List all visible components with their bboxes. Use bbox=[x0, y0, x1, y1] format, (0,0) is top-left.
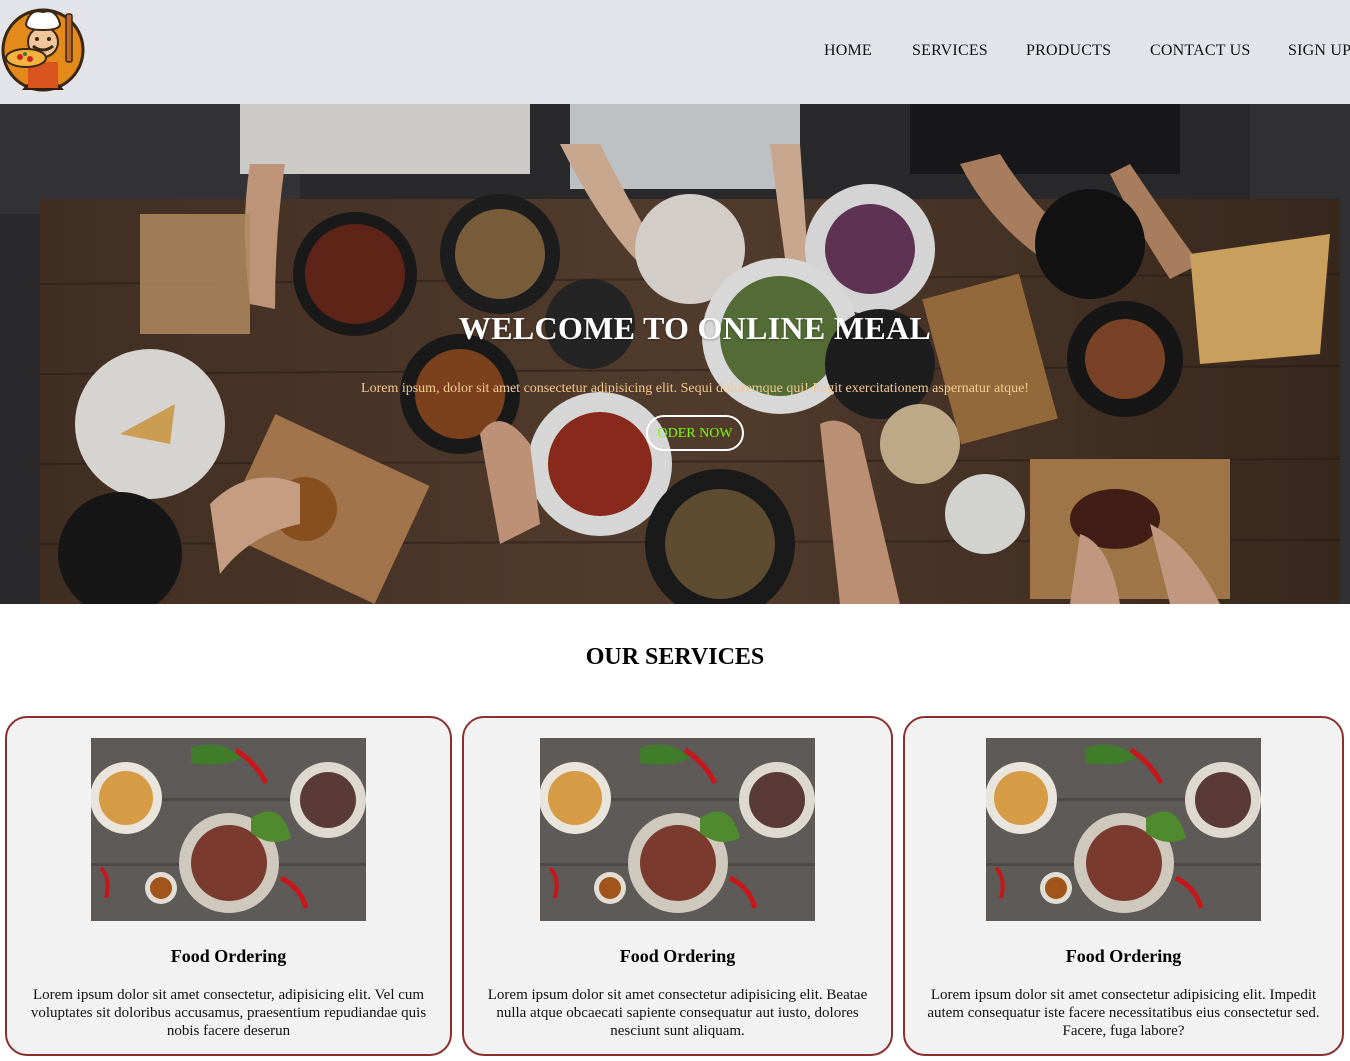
hero-title: WELCOME TO ONLINE MEAL bbox=[458, 310, 932, 346]
hero-description: Lorem ipsum, dolor sit amet consectetur … bbox=[361, 381, 1029, 396]
service-card: Food Ordering Lorem ipsum dolor sit amet… bbox=[903, 716, 1344, 1056]
food-plate-photo bbox=[91, 738, 366, 921]
service-card-text: Lorem ipsum dolor sit amet consectetur a… bbox=[487, 987, 868, 1039]
nav-signup-link[interactable]: SIGN UP bbox=[1288, 42, 1350, 60]
service-card-text: Lorem ipsum dolor sit amet consectetur a… bbox=[927, 987, 1320, 1039]
food-plate-photo bbox=[986, 738, 1261, 921]
nav-services-link[interactable]: SERVICES bbox=[912, 42, 988, 60]
service-card-title: Food Ordering bbox=[1065, 946, 1182, 966]
service-card-text: Lorem ipsum dolor sit amet consectetur, … bbox=[30, 987, 427, 1039]
food-plate-photo bbox=[540, 738, 815, 921]
service-card: Food Ordering Lorem ipsum dolor sit amet… bbox=[462, 716, 893, 1056]
food-table-photo bbox=[0, 104, 1350, 604]
nav-products-link[interactable]: PRODUCTS bbox=[1026, 42, 1111, 60]
site-header: HOME SERVICES PRODUCTS CONTACT US SIGN U… bbox=[0, 0, 1350, 104]
nav-contact-link[interactable]: CONTACT US bbox=[1150, 42, 1250, 60]
service-card-title: Food Ordering bbox=[619, 946, 736, 966]
services-heading: OUR SERVICES bbox=[585, 644, 765, 670]
main-nav: HOME SERVICES PRODUCTS CONTACT US SIGN U… bbox=[0, 42, 1350, 62]
service-card-title: Food Ordering bbox=[170, 946, 287, 966]
hero-banner: WELCOME TO ONLINE MEAL Lorem ipsum, dolo… bbox=[0, 104, 1350, 604]
nav-home-link[interactable]: HOME bbox=[824, 42, 872, 60]
order-now-button[interactable]: ODER NOW bbox=[646, 415, 744, 451]
service-card: Food Ordering Lorem ipsum dolor sit amet… bbox=[5, 716, 452, 1056]
